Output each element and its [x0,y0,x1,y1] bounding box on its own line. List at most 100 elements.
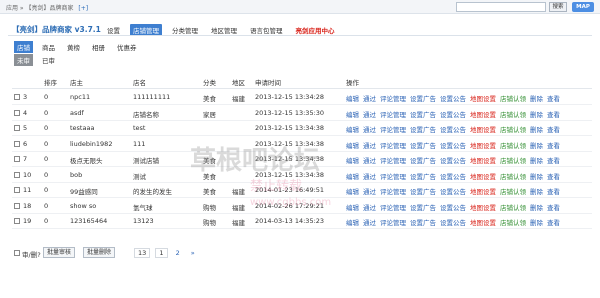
search-button[interactable]: 搜索 [549,2,567,12]
action-4[interactable]: 设置公告 [440,95,466,103]
action-7[interactable]: 删除 [530,142,543,150]
action-8[interactable]: 查看 [547,95,560,103]
status-filter-item-0[interactable]: 未审 [14,54,33,66]
action-3[interactable]: 设置广告 [410,157,436,165]
subnav-item-2[interactable]: 黄榜 [64,41,83,53]
action-1[interactable]: 通过 [363,157,376,165]
action-6[interactable]: 店铺认领 [500,126,526,134]
action-6[interactable]: 店铺认领 [500,157,526,165]
action-3[interactable]: 设置广告 [410,95,436,103]
action-1[interactable]: 通过 [363,126,376,134]
row-checkbox[interactable] [14,218,20,224]
action-6[interactable]: 店铺认领 [500,188,526,196]
action-6[interactable]: 店铺认领 [500,95,526,103]
action-0[interactable]: 编辑 [346,204,359,212]
action-0[interactable]: 编辑 [346,126,359,134]
pager-page-1[interactable]: 1 [155,248,168,258]
action-1[interactable]: 通过 [363,188,376,196]
action-2[interactable]: 评论管理 [380,173,406,181]
action-4[interactable]: 设置公告 [440,188,466,196]
action-2[interactable]: 评论管理 [380,111,406,119]
batch-delete-button[interactable]: 批量删除 [83,247,116,258]
action-1[interactable]: 通过 [363,95,376,103]
action-3[interactable]: 设置广告 [410,173,436,181]
pager-next[interactable]: » [188,249,198,259]
subnav-item-0[interactable]: 店铺 [14,41,33,53]
action-2[interactable]: 评论管理 [380,188,406,196]
action-1[interactable]: 通过 [363,219,376,227]
action-7[interactable]: 删除 [530,188,543,196]
action-5[interactable]: 地图设置 [470,188,496,196]
action-4[interactable]: 设置公告 [440,111,466,119]
action-2[interactable]: 评论管理 [380,204,406,212]
action-8[interactable]: 查看 [547,188,560,196]
row-checkbox[interactable] [14,140,20,147]
action-6[interactable]: 店铺认领 [500,111,526,119]
action-5[interactable]: 地图设置 [470,111,496,119]
action-8[interactable]: 查看 [547,157,560,165]
action-1[interactable]: 通过 [363,173,376,181]
row-checkbox[interactable] [14,109,20,116]
action-4[interactable]: 设置公告 [440,173,466,181]
action-3[interactable]: 设置广告 [410,204,436,212]
action-3[interactable]: 设置广告 [410,111,436,119]
action-4[interactable]: 设置公告 [440,157,466,165]
action-8[interactable]: 查看 [547,173,560,181]
action-5[interactable]: 地图设置 [470,204,496,212]
action-3[interactable]: 设置广告 [410,188,436,196]
action-5[interactable]: 地图设置 [470,95,496,103]
action-1[interactable]: 通过 [363,204,376,212]
action-0[interactable]: 编辑 [346,157,359,165]
pager-page-2[interactable]: 2 [173,249,183,259]
action-5[interactable]: 地图设置 [470,157,496,165]
action-8[interactable]: 查看 [547,142,560,150]
action-2[interactable]: 评论管理 [380,126,406,134]
row-checkbox[interactable] [14,125,20,131]
action-2[interactable]: 评论管理 [380,142,406,150]
action-8[interactable]: 查看 [547,204,560,212]
action-8[interactable]: 查看 [547,111,560,119]
action-7[interactable]: 删除 [530,111,543,119]
action-0[interactable]: 编辑 [346,173,359,181]
add-link[interactable]: [+] [78,5,88,12]
action-6[interactable]: 店铺认领 [500,204,526,212]
action-4[interactable]: 设置公告 [440,204,466,212]
action-2[interactable]: 评论管理 [380,95,406,103]
action-4[interactable]: 设置公告 [440,142,466,150]
row-checkbox[interactable] [14,187,20,193]
batch-approve-button[interactable]: 批量审核 [43,247,76,258]
search-input[interactable] [456,2,546,12]
action-0[interactable]: 编辑 [346,219,359,227]
action-2[interactable]: 评论管理 [380,219,406,227]
row-checkbox[interactable] [14,156,20,162]
action-4[interactable]: 设置公告 [440,219,466,227]
action-5[interactable]: 地图设置 [470,173,496,181]
action-8[interactable]: 查看 [547,126,560,134]
action-6[interactable]: 店铺认领 [500,173,526,181]
select-all-checkbox[interactable] [14,250,20,256]
action-3[interactable]: 设置广告 [410,126,436,134]
action-8[interactable]: 查看 [547,219,560,227]
subnav-item-4[interactable]: 优惠券 [114,41,140,53]
action-2[interactable]: 评论管理 [380,157,406,165]
action-3[interactable]: 设置广告 [410,219,436,227]
action-0[interactable]: 编辑 [346,142,359,150]
row-checkbox[interactable] [14,171,20,178]
action-5[interactable]: 地图设置 [470,126,496,134]
action-0[interactable]: 编辑 [346,188,359,196]
action-0[interactable]: 编辑 [346,111,359,119]
action-7[interactable]: 删除 [530,126,543,134]
action-6[interactable]: 店铺认领 [500,142,526,150]
action-7[interactable]: 删除 [530,219,543,227]
row-checkbox[interactable] [14,94,20,100]
action-1[interactable]: 通过 [363,142,376,150]
status-filter-item-1[interactable]: 已审 [39,54,58,66]
action-7[interactable]: 删除 [530,173,543,181]
action-7[interactable]: 删除 [530,157,543,165]
action-5[interactable]: 地图设置 [470,142,496,150]
action-4[interactable]: 设置公告 [440,126,466,134]
action-1[interactable]: 通过 [363,111,376,119]
subnav-item-3[interactable]: 相册 [89,41,108,53]
action-6[interactable]: 店铺认领 [500,219,526,227]
action-7[interactable]: 删除 [530,95,543,103]
